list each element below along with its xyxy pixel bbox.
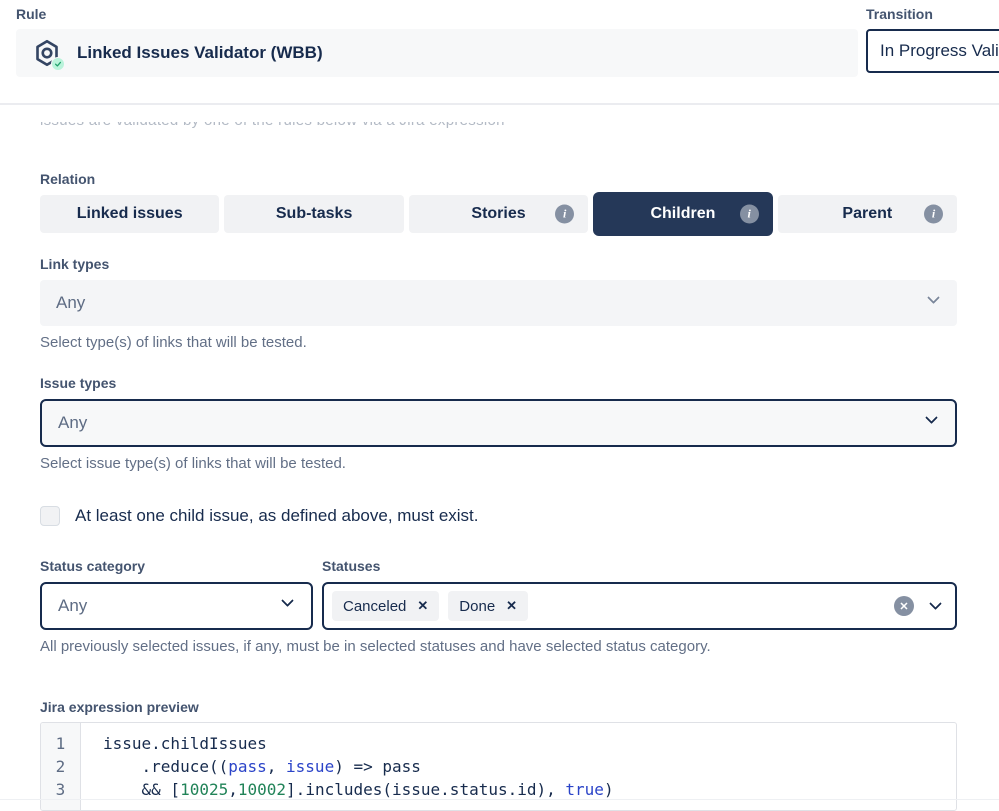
validator-hexnut-icon — [32, 38, 62, 68]
code-line: issue.childIssues — [103, 732, 956, 755]
bottom-divider — [0, 799, 999, 800]
code-line: .reduce((pass, issue) => pass — [103, 755, 956, 778]
transition-select[interactable]: In Progress Vali — [866, 29, 999, 73]
status-row: Status category Any Statuses Canceled✕Do… — [40, 558, 957, 630]
check-badge-icon — [51, 57, 65, 71]
header: Rule Linked Issues Validator (WBB) Trans… — [0, 0, 999, 77]
remove-tag-icon[interactable]: ✕ — [417, 598, 428, 614]
info-icon[interactable]: i — [924, 205, 943, 224]
status-category-select[interactable]: Any — [40, 582, 313, 630]
expression-label: Jira expression preview — [40, 699, 957, 715]
relation-label: Relation — [40, 171, 957, 187]
clipped-description: issues are validated by one of the rules… — [40, 122, 957, 131]
rule-section: Rule Linked Issues Validator (WBB) — [16, 6, 858, 77]
rule-config-form: issues are validated by one of the rules… — [0, 122, 999, 811]
relation-option-children[interactable]: Children i — [593, 192, 772, 236]
status-tag-label: Canceled — [343, 598, 406, 615]
statuses-multiselect[interactable]: Canceled ✕ Done ✕ ✕ — [322, 582, 957, 630]
issue-types-label: Issue types — [40, 375, 957, 391]
must-exist-row: At least one child issue, as defined abo… — [40, 506, 957, 526]
relation-option-linked-issues[interactable]: Linked issues — [40, 195, 219, 233]
relation-option-parent[interactable]: Parent i — [778, 195, 957, 233]
status-category-value: Any — [58, 596, 87, 616]
statuses-icons: ✕ — [894, 596, 940, 616]
info-icon[interactable]: i — [740, 205, 759, 224]
must-exist-checkbox[interactable] — [40, 506, 60, 526]
status-tag-done: Done ✕ — [448, 591, 528, 621]
relation-option-label: Parent — [842, 205, 892, 223]
chevron-down-icon — [281, 594, 294, 607]
header-divider — [0, 103, 999, 105]
statuses-section: Statuses Canceled ✕ Done ✕ ✕ — [322, 558, 957, 630]
chevron-down-icon — [927, 291, 940, 304]
line-number: 2 — [41, 755, 80, 778]
relation-segmented: Linked issuesSub-tasksStoriesiChildreniP… — [40, 195, 957, 233]
statuses-help: All previously selected issues, if any, … — [40, 638, 957, 655]
issue-types-value: Any — [58, 413, 87, 433]
link-types-select[interactable]: Any — [40, 280, 957, 326]
code-line: && [10025,10002].includes(issue.status.i… — [103, 778, 956, 801]
expression-preview[interactable]: 123 issue.childIssues .reduce((pass, iss… — [40, 722, 957, 811]
line-number-gutter: 123 — [41, 723, 81, 810]
rule-label: Rule — [16, 6, 858, 22]
relation-option-label: Sub-tasks — [276, 205, 352, 223]
statuses-tags: Canceled ✕ Done ✕ — [332, 591, 528, 621]
link-types-label: Link types — [40, 256, 957, 272]
line-number: 3 — [41, 778, 80, 801]
issue-types-select[interactable]: Any — [40, 399, 957, 447]
must-exist-label: At least one child issue, as defined abo… — [75, 506, 479, 526]
relation-option-stories[interactable]: Stories i — [409, 195, 588, 233]
chevron-down-icon — [929, 597, 942, 610]
status-category-label: Status category — [40, 558, 313, 574]
link-types-value: Any — [56, 293, 85, 313]
rule-name: Linked Issues Validator (WBB) — [77, 43, 323, 63]
relation-option-label: Stories — [471, 205, 525, 223]
status-category-section: Status category Any — [40, 558, 313, 630]
transition-value: In Progress Vali — [880, 41, 999, 61]
remove-tag-icon[interactable]: ✕ — [506, 598, 517, 614]
info-icon[interactable]: i — [555, 205, 574, 224]
relation-option-sub-tasks[interactable]: Sub-tasks — [224, 195, 403, 233]
expression-code: issue.childIssues .reduce((pass, issue) … — [81, 723, 956, 810]
relation-option-label: Linked issues — [77, 205, 183, 223]
issue-types-help: Select issue type(s) of links that will … — [40, 455, 957, 472]
clear-all-icon[interactable]: ✕ — [894, 596, 914, 616]
link-types-help: Select type(s) of links that will be tes… — [40, 334, 957, 351]
transition-section: Transition In Progress Vali — [866, 6, 999, 73]
rule-card: Linked Issues Validator (WBB) — [16, 29, 858, 77]
status-tag-canceled: Canceled ✕ — [332, 591, 439, 621]
relation-option-label: Children — [650, 205, 715, 223]
line-number: 1 — [41, 732, 80, 755]
statuses-label: Statuses — [322, 558, 957, 574]
status-tag-label: Done — [459, 598, 495, 615]
chevron-down-icon — [925, 411, 938, 424]
transition-label: Transition — [866, 6, 999, 22]
